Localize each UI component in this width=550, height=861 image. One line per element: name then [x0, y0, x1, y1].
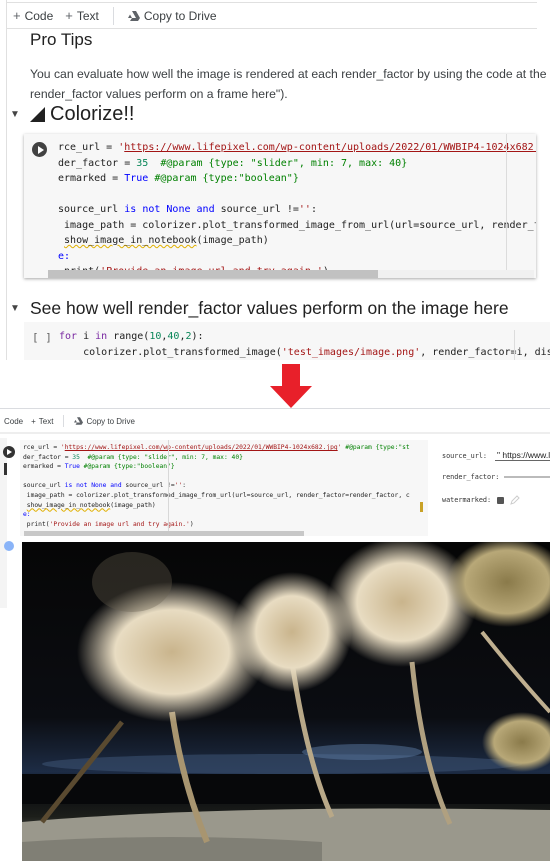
colorized-output-image	[22, 542, 550, 861]
notebook-toolbar: Code + Text Copy to Drive	[0, 411, 139, 431]
section-render-factor[interactable]: ▼ See how well render_factor values perf…	[10, 298, 509, 319]
add-code-label: Code	[24, 8, 54, 23]
collapse-caret-icon[interactable]: ▼	[10, 109, 20, 120]
text-cursor	[420, 502, 423, 512]
code-line: der_factor = 35 #@param {type: "slider",…	[23, 453, 243, 461]
add-text-label: Text	[38, 416, 54, 426]
pencil-icon[interactable]	[510, 495, 520, 505]
code-line: colorizer.plot_transformed_image('test_i…	[59, 346, 550, 358]
line-length-ruler	[514, 330, 515, 360]
notebook-toolbar: + Code + Text Copy to Drive	[7, 2, 537, 29]
code-line: source_url is not None and source_url !=…	[23, 482, 187, 490]
form-row-render-factor: render_factor:	[442, 473, 550, 481]
code-editor[interactable]: rce_url = 'https://www.lifepixel.com/wp-…	[54, 134, 536, 270]
drive-icon	[127, 10, 140, 21]
add-code-button[interactable]: + Code	[7, 8, 59, 23]
run-cell-button[interactable]: [ ]	[32, 331, 52, 344]
source-url-link[interactable]: https://www.lifepixel.com/wp-content/upl…	[124, 142, 536, 153]
code-line: rce_url = 'https://www.lifepixel.com/wp-…	[58, 140, 536, 156]
horizontal-scrollbar-thumb[interactable]	[48, 270, 378, 278]
line-length-ruler	[168, 440, 169, 536]
form-triangle-icon	[30, 107, 45, 122]
code-line: show_image_in_notebook(image_path)	[64, 235, 269, 246]
source-url-link[interactable]: https://www.lifepixel.com/wp-content/upl…	[65, 444, 338, 451]
code-line: source_url is not None and source_url !=…	[58, 204, 317, 215]
cell-marker	[4, 463, 7, 475]
form-row-source-url: source_url: " https://www.l	[442, 450, 550, 461]
add-text-label: Text	[76, 8, 99, 23]
watermarked-checkbox[interactable]	[497, 496, 505, 504]
copy-to-drive-label: Copy to Drive	[86, 416, 135, 426]
section-colorize[interactable]: ▼ Colorize!!	[10, 103, 134, 126]
add-text-button[interactable]: + Text	[27, 417, 57, 426]
code-editor[interactable]: for i in range(10,40,2): colorizer.plot_…	[59, 329, 550, 360]
down-arrow-icon	[270, 364, 312, 408]
add-code-button[interactable]: Code	[0, 417, 27, 426]
plus-icon: +	[65, 8, 73, 23]
left-divider	[6, 0, 7, 360]
pro-tips-text: You can evaluate how well the image is r…	[30, 64, 550, 104]
add-code-label: Code	[4, 416, 24, 426]
render-factor-label: render_factor:	[442, 473, 500, 481]
horizontal-scrollbar-thumb[interactable]	[24, 531, 304, 536]
copy-to-drive-button[interactable]: Copy to Drive	[70, 417, 138, 426]
output-avatar-icon	[4, 541, 14, 551]
divider	[0, 408, 550, 409]
toolbar-separator	[112, 6, 114, 25]
code-line: show_image_in_notebook(image_path)	[26, 501, 156, 509]
code-line: image_path = colorizer.plot_transformed_…	[64, 219, 536, 231]
code-line: e:	[23, 511, 31, 519]
render-factor-slider[interactable]	[504, 476, 550, 478]
code-line: ermarked = True #@param {type:"boolean"}	[58, 173, 299, 184]
code-line: rce_url = 'https://www.lifepixel.com/wp-…	[23, 444, 410, 451]
section-render-factor-title: See how well render_factor values perfor…	[30, 298, 509, 318]
code-line: image_path = colorizer.plot_transformed_…	[23, 491, 410, 499]
run-cell-button[interactable]	[3, 446, 15, 458]
colab-notebook-top: + Code + Text Copy to Drive Pro Tips You…	[0, 0, 550, 360]
pro-tips-heading: Pro Tips	[30, 30, 93, 49]
add-text-button[interactable]: + Text	[59, 8, 105, 23]
run-cell-button[interactable]	[32, 142, 47, 157]
collapse-caret-icon[interactable]: ▼	[10, 303, 20, 314]
code-line: print('Provide an image url and try agai…	[23, 520, 194, 528]
code-cell-render-loop[interactable]: [ ] for i in range(10,40,2): colorizer.p…	[24, 322, 550, 360]
code-line: for i in range(10,40,2):	[59, 331, 204, 342]
code-line: ermarked = True #@param {type:"boolean"}	[23, 463, 175, 471]
divider	[0, 432, 550, 434]
source-url-input[interactable]: " https://www.l	[495, 450, 550, 461]
pro-tips-line-1: You can evaluate how well the image is r…	[30, 67, 547, 81]
code-line: e:	[58, 250, 71, 262]
param-form: source_url: " https://www.l render_facto…	[430, 440, 550, 540]
copy-to-drive-button[interactable]: Copy to Drive	[122, 9, 223, 23]
plus-icon: +	[31, 416, 36, 426]
code-cell-colorize[interactable]: rce_url = 'https://www.lifepixel.com/wp-…	[24, 134, 536, 278]
plus-icon: +	[13, 8, 21, 23]
colab-notebook-output: Code + Text Copy to Drive rce_url = 'htt…	[0, 408, 550, 861]
code-editor[interactable]: rce_url = 'https://www.lifepixel.com/wp-…	[20, 440, 428, 536]
line-length-ruler	[506, 134, 507, 278]
section-colorize-title: Colorize!!	[50, 103, 135, 125]
drive-icon	[74, 417, 84, 425]
pro-tips-line-2: render_factor values perform on a frame …	[30, 87, 288, 101]
copy-to-drive-label: Copy to Drive	[143, 8, 217, 23]
code-line: der_factor = 35 #@param {type: "slider",…	[58, 157, 408, 169]
toolbar-separator	[63, 415, 65, 427]
watermarked-label: watermarked:	[442, 496, 492, 504]
source-url-label: source_url:	[442, 451, 488, 460]
form-row-watermarked: watermarked:	[442, 495, 520, 505]
